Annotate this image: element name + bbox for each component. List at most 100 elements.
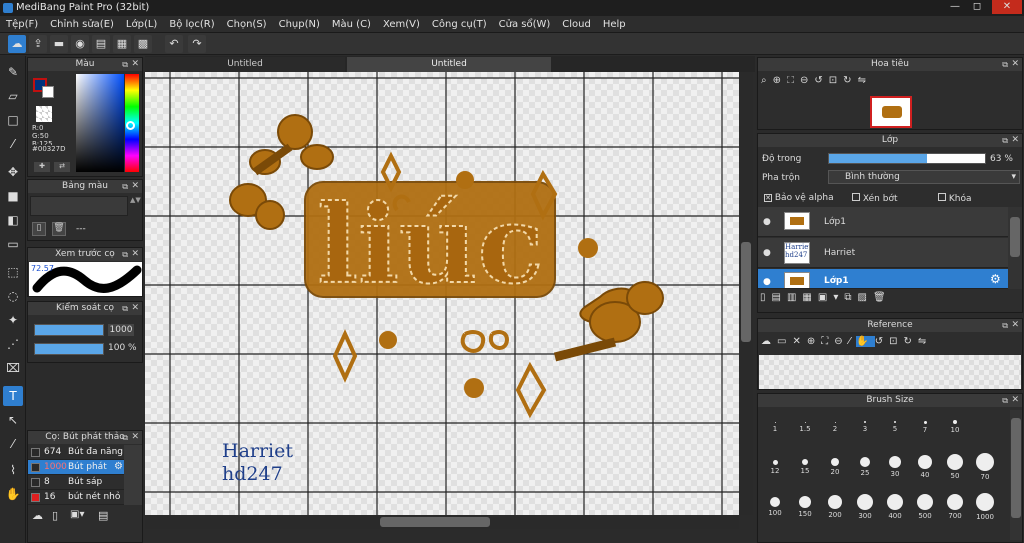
menu-select[interactable]: Chọn(S) [221, 16, 273, 33]
pin-icon[interactable]: ⧉ [1002, 58, 1008, 71]
brush-size-option[interactable]: 400 [880, 492, 910, 522]
clipping-checkbox[interactable]: Xén bớt [852, 193, 898, 204]
new-8bit-layer-icon[interactable]: ▥ [787, 292, 802, 303]
blend-mode-select[interactable]: Bình thường ▾ [828, 170, 1020, 184]
menu-color[interactable]: Màu (C) [326, 16, 377, 33]
brush-size-option[interactable]: 5 [880, 412, 910, 442]
visibility-eye-icon[interactable]: ● [763, 277, 771, 287]
pin-icon[interactable]: ⧉ [122, 248, 128, 261]
zoom-in-icon[interactable]: ⊕ [807, 336, 821, 347]
menu-help[interactable]: Help [597, 16, 632, 33]
redo-icon[interactable]: ↷ [188, 35, 206, 53]
text-tool-icon[interactable]: T [3, 386, 23, 406]
cloud-icon[interactable]: ☁ [761, 336, 777, 347]
zoom-out-icon[interactable]: ⊖ [800, 75, 814, 86]
new-1bit-layer-icon[interactable]: ▦ [802, 292, 817, 303]
flip-icon[interactable]: ⇋ [858, 75, 872, 86]
minimize-button[interactable]: — [944, 0, 966, 14]
move-tool-icon[interactable]: ✥ [3, 162, 23, 182]
brush-size-option[interactable]: 15 [790, 452, 820, 482]
brush-size-option[interactable]: 1.5 [790, 412, 820, 442]
pin-icon[interactable]: ⧉ [122, 302, 128, 315]
dot-tool-icon[interactable]: □ [3, 110, 23, 130]
background-color-swatch[interactable] [42, 86, 54, 98]
close-icon[interactable]: ✕ [1011, 394, 1019, 407]
layer-row[interactable]: ● Harriet hd247 Harriet [758, 238, 1008, 268]
brush-opacity-slider[interactable] [34, 343, 104, 355]
layer-row[interactable]: ● Lớp1 [758, 207, 1008, 237]
close-icon[interactable]: ✕ [131, 58, 139, 71]
merge-down-icon[interactable]: ⧉ [844, 292, 857, 303]
hue-handle[interactable] [126, 121, 135, 130]
close-icon[interactable]: ✕ [131, 248, 139, 261]
brush-size-option[interactable]: 10 [940, 412, 970, 442]
drawing-canvas[interactable]: liúc Harriet hd247 [145, 72, 739, 515]
fit-icon[interactable]: ⛶ [821, 336, 834, 347]
brush-size-scrollbar[interactable] [1010, 410, 1022, 540]
menu-filter[interactable]: Bộ lọc(R) [163, 16, 220, 33]
zoom-out-icon[interactable]: ⊖ [834, 336, 848, 347]
cloud-brush-icon[interactable]: ☁ [32, 509, 46, 523]
menu-edit[interactable]: Chỉnh sửa(E) [44, 16, 120, 33]
pin-icon[interactable]: ⧉ [1002, 394, 1008, 407]
delete-layer-icon[interactable]: 🗑 [873, 292, 892, 303]
reference-view[interactable] [759, 355, 1021, 389]
select-rect-tool-icon[interactable]: ⬚ [3, 262, 23, 282]
rotate-right-icon[interactable]: ↻ [904, 336, 918, 347]
menu-file[interactable]: Tệp(F) [0, 16, 44, 33]
pin-icon[interactable]: ⧉ [122, 180, 128, 193]
fit-icon[interactable]: ⛶ [787, 75, 800, 86]
lock-checkbox[interactable]: Khóa [938, 193, 972, 204]
select-pen-tool-icon[interactable]: ⋰ [3, 334, 23, 354]
horizontal-scroll-thumb[interactable] [380, 517, 490, 527]
menu-cloud[interactable]: Cloud [556, 16, 597, 33]
brush-item[interactable]: 674 Bút đa năng [28, 445, 124, 460]
eyedropper-tool-icon[interactable]: ⁄ [3, 434, 23, 454]
brush-size-option[interactable]: 50 [940, 452, 970, 482]
cloud-icon[interactable]: ☁ [8, 35, 26, 53]
brush-size-option[interactable]: 200 [820, 492, 850, 522]
magic-wand-tool-icon[interactable]: ✦ [3, 310, 23, 330]
brush-item-selected[interactable]: 1000 Bút phát ⚙ [28, 460, 124, 475]
new-palette-icon[interactable]: ▯ [32, 222, 46, 236]
brush-size-scroll-thumb[interactable] [1011, 418, 1021, 518]
lasso-tool-icon[interactable]: ◌ [3, 286, 23, 306]
close-icon[interactable]: ✕ [131, 431, 139, 444]
brush-size-option[interactable]: 40 [910, 452, 940, 482]
pin-icon[interactable]: ⧉ [122, 58, 128, 71]
canvas-horizontal-scrollbar[interactable] [145, 515, 739, 529]
transparent-swatch[interactable] [36, 106, 52, 122]
swap-color-icon[interactable]: ⇄ [54, 162, 70, 172]
protect-alpha-checkbox[interactable]: ✕ Bảo vệ alpha [764, 193, 834, 203]
canvas-vertical-scrollbar[interactable] [739, 72, 753, 515]
gear-icon[interactable]: ⚙ [990, 272, 1001, 286]
delete-brush-icon[interactable]: ▤ [98, 509, 112, 523]
layer-opacity-slider[interactable] [828, 153, 986, 164]
brush-size-option[interactable]: 1 [760, 412, 790, 442]
layer-menu-icon[interactable]: ▣▾ [818, 292, 844, 303]
hand-tool-icon[interactable]: ✋ [3, 484, 23, 504]
brush-size-option[interactable]: 100 [760, 492, 790, 522]
new-halftone-layer-icon[interactable]: ▤ [772, 292, 787, 303]
tab-untitled-1[interactable]: Untitled [145, 57, 345, 72]
select-eraser-tool-icon[interactable]: ⌧ [3, 358, 23, 378]
comment-icon[interactable]: ▬ [50, 35, 68, 53]
new-brush-icon[interactable]: ▯ [52, 509, 66, 523]
pen-tool-icon[interactable]: ⁄ [3, 134, 23, 154]
close-icon[interactable]: ✕ [1011, 134, 1019, 147]
brush-item[interactable]: 16 bút nét nhỏ [28, 490, 124, 505]
brush-size-slider[interactable] [34, 324, 104, 336]
close-icon[interactable]: ✕ [792, 336, 806, 347]
brush-add-menu-icon[interactable]: ▣▾ [70, 509, 92, 523]
gear-icon[interactable]: ⚙ [114, 461, 123, 472]
operation-tool-icon[interactable]: ↖ [3, 410, 23, 430]
new-layer-icon[interactable]: ▯ [760, 292, 772, 303]
close-window-button[interactable]: ✕ [992, 0, 1022, 14]
pin-icon[interactable]: ⧉ [1002, 134, 1008, 147]
palette-scroll[interactable]: ▲▼ [130, 196, 141, 216]
brush-tool-icon[interactable]: ✎ [3, 62, 23, 82]
visibility-eye-icon[interactable]: ● [763, 217, 771, 227]
brush-size-option[interactable]: 500 [910, 492, 940, 522]
menu-window[interactable]: Cửa sổ(W) [493, 16, 557, 33]
grid-icon[interactable]: ▩ [134, 35, 152, 53]
